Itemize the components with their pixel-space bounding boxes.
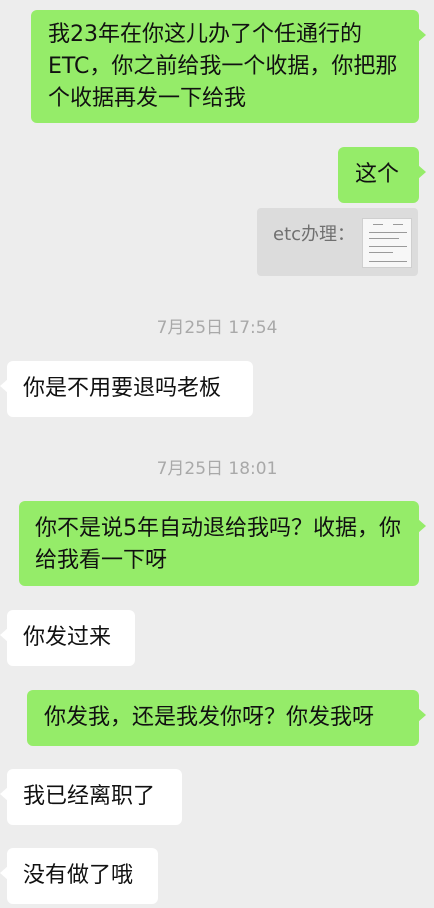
timestamp: 7月25日 17:54	[156, 318, 278, 338]
message-text: 没有做了哦	[23, 863, 134, 888]
timestamp: 7月25日 18:01	[156, 459, 278, 479]
message-text: 你发我，还是我发你呀？你发我呀	[44, 705, 375, 730]
message-text: 我23年在你这儿办了个任通行的ETC，你之前给我一个收据，你把那个收据再发一下给…	[48, 22, 398, 111]
message-bubble-sent[interactable]: 你发我，还是我发你呀？你发我呀	[27, 690, 426, 746]
message-bubble-received[interactable]: 没有做了哦	[0, 848, 158, 904]
message-bubble-received[interactable]: 你是不用要退吗老板	[0, 361, 253, 417]
message-text: 我已经离职了	[23, 784, 156, 809]
message-text: 你发过来	[23, 625, 112, 650]
message-text: 你不是说5年自动退给我吗？收据，你给我看一下呀	[35, 516, 401, 573]
message-text: 你是不用要退吗老板	[23, 376, 222, 401]
message-text: 这个	[355, 162, 400, 187]
message-bubble-received[interactable]: 你发过来	[0, 610, 135, 666]
quoted-message[interactable]: etc办理：	[257, 208, 418, 276]
quote-text: etc办理：	[273, 224, 356, 245]
message-bubble-sent[interactable]: 你不是说5年自动退给我吗？收据，你给我看一下呀	[19, 501, 426, 586]
message-bubble-sent[interactable]: 我23年在你这儿办了个任通行的ETC，你之前给我一个收据，你把那个收据再发一下给…	[31, 10, 426, 123]
receipt-thumbnail[interactable]	[362, 218, 412, 268]
message-bubble-sent[interactable]: 这个	[338, 147, 426, 203]
message-bubble-received[interactable]: 我已经离职了	[0, 769, 182, 825]
